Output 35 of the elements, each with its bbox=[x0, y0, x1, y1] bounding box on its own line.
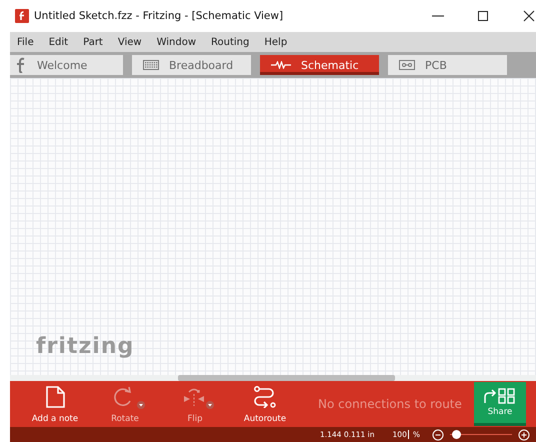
dropdown-icon bbox=[137, 400, 145, 408]
share-icon bbox=[483, 388, 517, 404]
menu-item[interactable]: View bbox=[116, 36, 150, 48]
menu-item[interactable]: Edit bbox=[48, 36, 76, 48]
route-icon bbox=[252, 386, 278, 408]
window-title: Untitled Sketch.fzz - Fritzing - [Schematic View] bbox=[34, 10, 284, 22]
share-button[interactable]: Share bbox=[474, 382, 526, 426]
minimize-icon bbox=[432, 15, 444, 17]
view-tab[interactable]: Breadboard bbox=[132, 55, 251, 75]
breadboard-icon bbox=[143, 60, 159, 70]
menu-item[interactable]: Help bbox=[263, 36, 296, 48]
close-icon bbox=[522, 9, 536, 23]
zoom-out-icon bbox=[432, 428, 444, 440]
scrollbar-thumb[interactable] bbox=[178, 375, 395, 381]
view-tab[interactable]: Welcome bbox=[10, 55, 123, 75]
maximize-icon bbox=[476, 9, 490, 23]
zoom-in-icon bbox=[518, 428, 530, 440]
note-icon bbox=[44, 386, 66, 408]
resistor-icon bbox=[271, 61, 291, 69]
pcb-icon bbox=[399, 60, 415, 70]
slider-thumb[interactable] bbox=[452, 430, 462, 439]
view-tab[interactable]: PCB bbox=[388, 55, 507, 75]
dropdown-icon bbox=[206, 400, 214, 408]
f-logo-icon bbox=[15, 57, 27, 73]
fritzing-logo: fritzing bbox=[36, 334, 134, 359]
autoroute-button[interactable]: Autoroute bbox=[230, 384, 300, 424]
menu-item[interactable]: Part bbox=[82, 36, 111, 48]
app-icon bbox=[15, 9, 29, 23]
menu-item[interactable]: File bbox=[16, 36, 42, 48]
schematic-canvas[interactable]: fritzing bbox=[10, 78, 536, 381]
menu-item[interactable]: Routing bbox=[210, 36, 258, 48]
menu-item[interactable]: Window bbox=[156, 36, 204, 48]
add-note-button[interactable]: Add a note bbox=[20, 384, 90, 424]
routing-status: No connections to route bbox=[318, 397, 462, 411]
view-tab[interactable]: Schematic bbox=[260, 55, 379, 75]
